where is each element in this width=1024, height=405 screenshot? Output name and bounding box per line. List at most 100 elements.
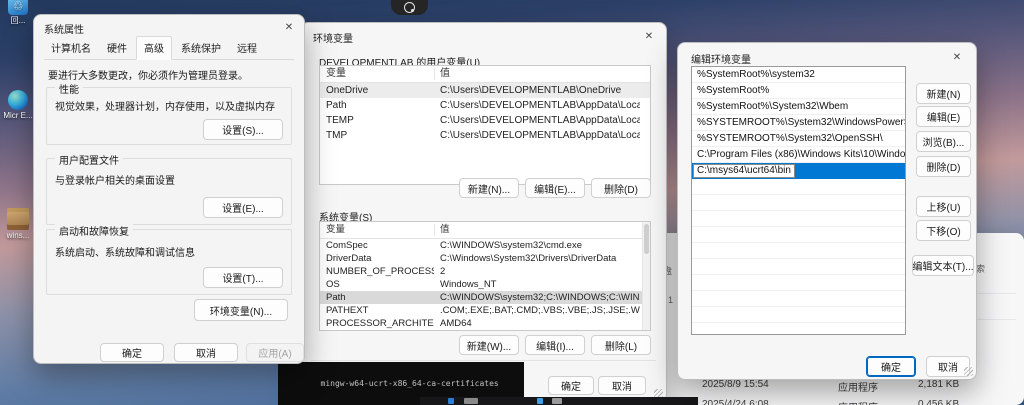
table-row[interactable]: Path C:\Users\DEVELOPMENTLAB\AppData\Loc… <box>320 98 650 113</box>
user-profiles-group: 用户配置文件 与登录帐户相关的桌面设置 设置(E)... <box>46 152 292 225</box>
tab-system-protection[interactable]: 系统保护 <box>174 37 228 59</box>
table-row[interactable]: PATHEXT .COM;.EXE;.BAT;.CMD;.VBS;.VBE;.J… <box>320 304 650 317</box>
admin-note: 要进行大多数更改，你必须作为管理员登录。 <box>48 71 248 82</box>
path-entries-list[interactable]: %SystemRoot%\system32 %SystemRoot% %Syst… <box>691 66 906 335</box>
new-button[interactable]: 新建(N) <box>916 83 971 104</box>
file-size: 0,456 KB <box>918 399 960 405</box>
group-description: 视觉效果，处理器计划，内存使用，以及虚拟内存 <box>55 102 275 113</box>
apply-button: 应用(A) <box>246 343 304 362</box>
performance-group: 性能 视觉效果，处理器计划，内存使用，以及虚拟内存 设置(S)... <box>46 81 292 145</box>
list-item[interactable]: %SystemRoot%\System32\Wbem <box>692 99 905 115</box>
table-row[interactable]: OS Windows_NT <box>320 278 650 291</box>
explorer-text-fragment: 索 <box>976 264 986 274</box>
list-item[interactable]: %SYSTEMROOT%\System32\WindowsPowerShell\… <box>692 115 905 131</box>
close-icon[interactable]: ✕ <box>280 20 298 36</box>
user-edit-button[interactable]: 编辑(E)... <box>525 178 585 198</box>
list-item[interactable]: C:\Program Files (x86)\Windows Kits\10\W… <box>692 147 905 163</box>
startup-recovery-group: 启动和故障恢复 系统启动、系统故障和调试信息 设置(T)... <box>46 223 292 295</box>
group-label: 性能 <box>55 81 83 96</box>
record-circle-icon <box>404 2 415 13</box>
scrollbar-thumb[interactable] <box>644 224 649 254</box>
browse-button[interactable]: 浏览(B)... <box>916 131 971 152</box>
ok-button[interactable]: 确定 <box>100 343 164 362</box>
app-box-icon <box>7 208 29 230</box>
table-row[interactable]: OneDrive C:\Users\DEVELOPMENTLAB\OneDriv… <box>320 83 650 98</box>
close-icon[interactable]: ✕ <box>640 29 658 45</box>
desktop-icon-label: 回... <box>10 16 26 25</box>
move-up-button[interactable]: 上移(U) <box>916 196 971 217</box>
user-new-button[interactable]: 新建(N)... <box>459 178 519 198</box>
move-down-button[interactable]: 下移(O) <box>916 220 971 241</box>
group-description: 与登录帐户相关的桌面设置 <box>55 176 175 187</box>
table-row[interactable]: DriverData C:\Windows\System32\Drivers\D… <box>320 252 650 265</box>
taskbar-app-icon[interactable] <box>537 398 543 404</box>
file-date: 2025/4/24 6:08 <box>702 399 769 405</box>
system-edit-button[interactable]: 编辑(I)... <box>525 335 585 355</box>
environment-variables-dialog: 环境变量 ✕ DEVELOPMENTLAB 的用户变量(U) 变量 值 OneD… <box>300 22 667 402</box>
taskbar-app-icon[interactable] <box>464 398 478 404</box>
system-delete-button[interactable]: 删除(L) <box>591 335 651 355</box>
tab-computer-name[interactable]: 计算机名 <box>44 37 98 59</box>
profiles-settings-button[interactable]: 设置(E)... <box>203 197 283 218</box>
file-row[interactable]: 2025/8/9 15:54 应用程序 2,181 KB <box>660 379 1024 395</box>
table-row[interactable]: PROCESSOR_ARCHITECT... AMD64 <box>320 317 650 330</box>
edge-icon <box>8 90 28 110</box>
edit-text-button[interactable]: 编辑文本(T)... <box>912 255 974 276</box>
column-header: 变量 <box>326 224 346 235</box>
system-properties-dialog: 系统属性 ✕ 计算机名 硬件 高级 系统保护 远程 要进行大多数更改，你必须作为… <box>33 14 305 364</box>
taskbar-app-icon[interactable] <box>552 398 562 404</box>
delete-button[interactable]: 删除(D) <box>916 156 971 177</box>
edit-button[interactable]: 编辑(E) <box>916 106 971 127</box>
file-row[interactable]: 2025/4/24 6:08 应用程序 0,456 KB <box>660 399 1024 405</box>
taskbar-app-icon[interactable] <box>448 398 454 404</box>
close-icon[interactable]: ✕ <box>948 50 966 66</box>
cancel-button[interactable]: 取消 <box>598 376 646 395</box>
file-type: 应用程序 <box>838 399 878 405</box>
edit-environment-variable-dialog: 编辑环境变量 ✕ %SystemRoot%\system32 %SystemRo… <box>677 42 977 380</box>
divider <box>311 360 656 361</box>
environment-variables-button[interactable]: 环境变量(N)... <box>194 299 288 321</box>
user-delete-button[interactable]: 删除(D) <box>591 178 651 198</box>
desktop: ♲ 回... Micr E... wins... 盘 1 索 2025/8/9 … <box>0 0 1024 405</box>
tab-advanced[interactable]: 高级 <box>136 36 172 60</box>
tab-hardware[interactable]: 硬件 <box>100 37 134 59</box>
file-date: 2025/8/9 15:54 <box>702 379 769 390</box>
table-header: 变量 值 <box>320 222 650 239</box>
resize-grip[interactable] <box>964 367 973 376</box>
table-row[interactable]: NUMBER_OF_PROCESSORS 2 <box>320 265 650 278</box>
taskbar[interactable] <box>420 397 698 405</box>
desktop-icon-label: wins... <box>6 231 30 240</box>
ok-button[interactable]: 确定 <box>866 356 916 377</box>
cancel-button[interactable]: 取消 <box>174 343 238 362</box>
file-size: 2,181 KB <box>918 379 960 390</box>
table-row-selected[interactable]: Path C:\WINDOWS\system32;C:\WINDOWS;C:\W… <box>320 291 650 304</box>
performance-settings-button[interactable]: 设置(S)... <box>203 119 283 140</box>
user-variables-table[interactable]: 变量 值 OneDrive C:\Users\DEVELOPMENTLAB\On… <box>319 65 651 185</box>
table-row[interactable]: TEMP C:\Users\DEVELOPMENTLAB\AppData\Loc… <box>320 113 650 128</box>
list-item[interactable]: %SystemRoot%\system32 <box>692 67 905 83</box>
tab-remote[interactable]: 远程 <box>230 37 264 59</box>
scrollbar[interactable] <box>642 222 650 330</box>
desktop-icon-app[interactable]: wins... <box>1 208 35 240</box>
tab-bar: 计算机名 硬件 高级 系统保护 远程 <box>44 36 294 60</box>
ok-button[interactable]: 确定 <box>548 376 594 395</box>
screen-record-widget[interactable] <box>391 0 428 15</box>
list-item-editing[interactable]: C:\msys64\ucrt64\bin <box>692 163 905 179</box>
desktop-icon-recycle-bin[interactable]: ♲ 回... <box>1 0 35 25</box>
dialog-title: 编辑环境变量 <box>691 55 751 66</box>
list-item[interactable]: %SystemRoot% <box>692 83 905 99</box>
list-item[interactable]: %SYSTEMROOT%\System32\OpenSSH\ <box>692 131 905 147</box>
recycle-bin-icon: ♲ <box>8 0 28 15</box>
terminal-line: mingw-w64-ucrt-x86_64-ca-certificates <box>282 379 499 389</box>
dialog-title: 系统属性 <box>44 25 84 36</box>
desktop-icon-edge[interactable]: Micr E... <box>1 90 35 120</box>
column-header: 值 <box>440 224 450 235</box>
system-new-button[interactable]: 新建(W)... <box>459 335 519 355</box>
system-variables-table[interactable]: 变量 值 ComSpec C:\WINDOWS\system32\cmd.exe… <box>319 221 651 331</box>
startup-settings-button[interactable]: 设置(T)... <box>203 267 283 288</box>
table-row[interactable]: TMP C:\Users\DEVELOPMENTLAB\AppData\Loca… <box>320 128 650 143</box>
file-type: 应用程序 <box>838 383 878 394</box>
column-header: 变量 <box>326 68 346 79</box>
path-edit-input[interactable]: C:\msys64\ucrt64\bin <box>693 164 795 178</box>
table-row[interactable]: ComSpec C:\WINDOWS\system32\cmd.exe <box>320 239 650 252</box>
